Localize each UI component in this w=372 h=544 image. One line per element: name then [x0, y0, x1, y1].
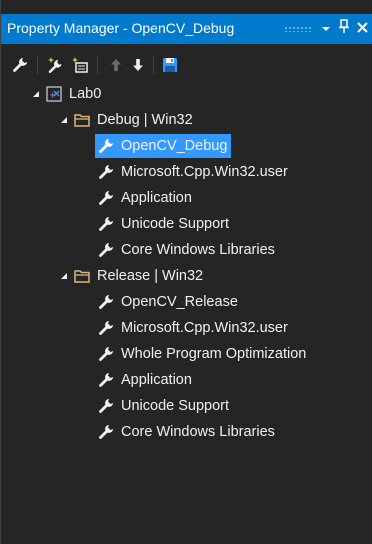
folder-icon	[73, 111, 91, 129]
drag-grip[interactable]	[284, 26, 312, 32]
wrench-icon	[97, 423, 115, 441]
tree-node-label: Release | Win32	[97, 268, 204, 284]
close-icon[interactable]	[353, 19, 371, 39]
wrench-icon	[97, 371, 115, 389]
tree-node-sheet[interactable]: Microsoft.Cpp.Win32.user	[97, 160, 288, 184]
tree-node-label: Whole Program Optimization	[121, 346, 307, 362]
tree-node-label: OpenCV_Release	[121, 294, 238, 310]
panel-title-bar[interactable]: Property Manager - OpenCV_Debug	[1, 14, 372, 44]
add-new-property-sheet-icon[interactable]	[45, 54, 67, 76]
tree-node-sheet[interactable]: Unicode Support	[97, 394, 229, 418]
toolbar-separator	[97, 56, 98, 74]
add-existing-property-sheet-icon[interactable]	[69, 54, 91, 76]
tree-node-label: Debug | Win32	[97, 112, 193, 128]
toolbar-separator	[37, 56, 38, 74]
tree-node-label: Unicode Support	[121, 398, 230, 414]
tree-node-sheet[interactable]: Whole Program Optimization	[97, 342, 306, 366]
wrench-icon	[97, 345, 115, 363]
tree-node-label: Microsoft.Cpp.Win32.user	[121, 164, 288, 180]
toolbar-separator	[153, 56, 154, 74]
chevron-down-icon[interactable]	[317, 19, 335, 39]
expanded-arrow-icon[interactable]	[59, 271, 69, 281]
tree-node-config-release[interactable]: Release | Win32	[59, 264, 203, 288]
tree-node-label: Unicode Support	[121, 216, 230, 232]
wrench-icon	[97, 189, 115, 207]
property-manager-panel: Property Manager - OpenCV_Debug + Lab0 D…	[0, 0, 372, 544]
wrench-icon	[97, 241, 115, 259]
tree-node-config-debug[interactable]: Debug | Win32	[59, 108, 193, 132]
tree-node-sheet[interactable]: Application	[97, 186, 192, 210]
tree-node-sheet-selected[interactable]: OpenCV_Debug	[95, 134, 232, 158]
tree-node-label: Application	[121, 190, 192, 206]
panel-title: Property Manager - OpenCV_Debug	[7, 20, 235, 36]
tree-node-sheet[interactable]: Microsoft.Cpp.Win32.user	[97, 316, 288, 340]
folder-icon	[73, 267, 91, 285]
pin-icon[interactable]	[335, 19, 353, 39]
tree-node-label: Lab0	[69, 86, 102, 102]
wrench-icon	[97, 215, 115, 233]
wrench-icon	[97, 137, 115, 155]
tree-node-sheet[interactable]: OpenCV_Release	[97, 290, 238, 314]
tree-node-sheet[interactable]: Application	[97, 368, 192, 392]
tree-node-sheet[interactable]: Core Windows Libraries	[97, 420, 275, 444]
tree-node-label: OpenCV_Debug	[121, 138, 228, 154]
wrench-icon	[97, 319, 115, 337]
tree-node-project[interactable]: + Lab0	[31, 82, 101, 106]
toolbar	[1, 52, 372, 78]
tree-node-label: Application	[121, 372, 192, 388]
wrench-icon	[97, 293, 115, 311]
tree-node-sheet[interactable]: Unicode Support	[97, 212, 229, 236]
expanded-arrow-icon[interactable]	[59, 115, 69, 125]
tree-node-label: Core Windows Libraries	[121, 242, 275, 258]
save-icon[interactable]	[159, 54, 181, 76]
tree-node-label: Core Windows Libraries	[121, 424, 275, 440]
expanded-arrow-icon[interactable]	[31, 89, 41, 99]
project-icon: +	[45, 85, 63, 103]
move-up-icon[interactable]	[105, 54, 127, 76]
properties-icon[interactable]	[9, 54, 31, 76]
tree-node-sheet[interactable]: Core Windows Libraries	[97, 238, 275, 262]
tree-node-label: Microsoft.Cpp.Win32.user	[121, 320, 288, 336]
wrench-icon	[97, 163, 115, 181]
wrench-icon	[97, 397, 115, 415]
move-down-icon[interactable]	[127, 54, 149, 76]
